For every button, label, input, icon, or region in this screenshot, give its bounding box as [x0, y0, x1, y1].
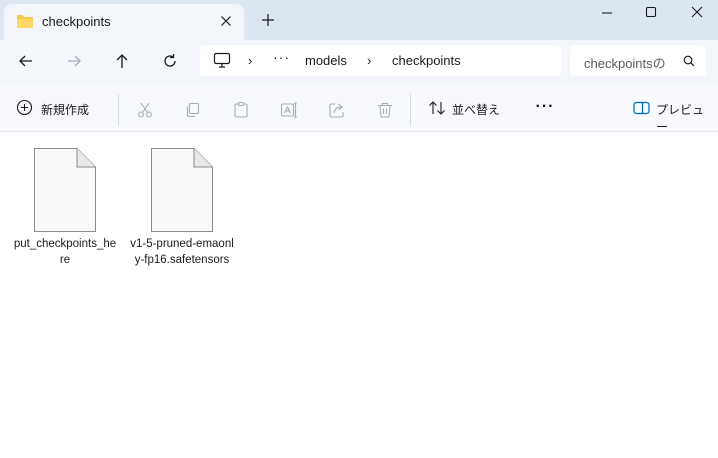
- add-circle-icon: [16, 99, 33, 121]
- sort-button-label: 並べ替え: [452, 103, 501, 117]
- share-icon[interactable]: [328, 101, 346, 119]
- maximize-icon[interactable]: [640, 4, 662, 22]
- tab-checkpoints[interactable]: checkpoints: [4, 4, 244, 40]
- new-tab-icon[interactable]: [260, 12, 276, 28]
- folder-icon: [16, 14, 34, 34]
- breadcrumb-overflow-button[interactable]: ···: [273, 49, 290, 65]
- tab-close-icon[interactable]: [218, 13, 234, 29]
- address-bar[interactable]: › ··· models › checkpoints: [200, 45, 561, 76]
- forward-arrow-icon[interactable]: [65, 52, 83, 70]
- breadcrumb-models[interactable]: models: [305, 53, 347, 68]
- navigation-bar: › ··· models › checkpoints checkpointsの検…: [0, 40, 718, 82]
- breadcrumb-chevron-icon[interactable]: ›: [367, 53, 371, 68]
- close-icon[interactable]: [686, 4, 708, 22]
- sort-button[interactable]: 並べ替え: [420, 90, 510, 124]
- paste-icon[interactable]: [232, 101, 250, 119]
- delete-icon[interactable]: [376, 101, 394, 119]
- sort-arrows-icon: [428, 100, 446, 121]
- rename-icon[interactable]: [280, 101, 298, 119]
- back-arrow-icon[interactable]: [17, 52, 35, 70]
- preview-pane-label: プレビュー: [656, 103, 705, 134]
- search-box[interactable]: checkpointsの検索: [570, 45, 706, 76]
- breadcrumb-chevron-icon[interactable]: ›: [248, 53, 252, 68]
- cut-icon[interactable]: [136, 101, 154, 119]
- new-button-label: 新規作成: [41, 103, 90, 117]
- preview-pane-icon: [633, 101, 650, 120]
- command-bar: 新規作成 並べ替え ··· プレビュー: [0, 82, 718, 134]
- document-icon: [33, 147, 97, 238]
- tab-title: checkpoints: [42, 14, 111, 29]
- copy-icon[interactable]: [184, 101, 202, 119]
- more-options-button[interactable]: ···: [532, 98, 558, 116]
- breadcrumb-checkpoints[interactable]: checkpoints: [392, 53, 461, 68]
- new-button[interactable]: 新規作成: [8, 90, 112, 124]
- toolbar-divider: [118, 94, 119, 126]
- file-name: v1-5-pruned-emaonly-fp16.safetensors: [130, 238, 234, 266]
- document-icon: [150, 147, 214, 238]
- search-input[interactable]: checkpointsの検索: [584, 53, 666, 72]
- refresh-icon[interactable]: [161, 52, 179, 70]
- up-arrow-icon[interactable]: [113, 52, 131, 70]
- file-item[interactable]: put_checkpoints_here: [13, 145, 117, 285]
- minimize-icon[interactable]: [596, 4, 618, 22]
- preview-pane-button[interactable]: プレビュー: [626, 90, 710, 134]
- toolbar-divider: [410, 94, 411, 126]
- file-list: put_checkpoints_here v1-5-pruned-emaonly…: [0, 133, 718, 458]
- search-icon[interactable]: [683, 54, 695, 72]
- file-name: put_checkpoints_here: [13, 238, 117, 266]
- title-bar: checkpoints: [0, 0, 718, 40]
- file-item[interactable]: v1-5-pruned-emaonly-fp16.safetensors: [130, 145, 234, 285]
- this-pc-icon[interactable]: [213, 52, 231, 74]
